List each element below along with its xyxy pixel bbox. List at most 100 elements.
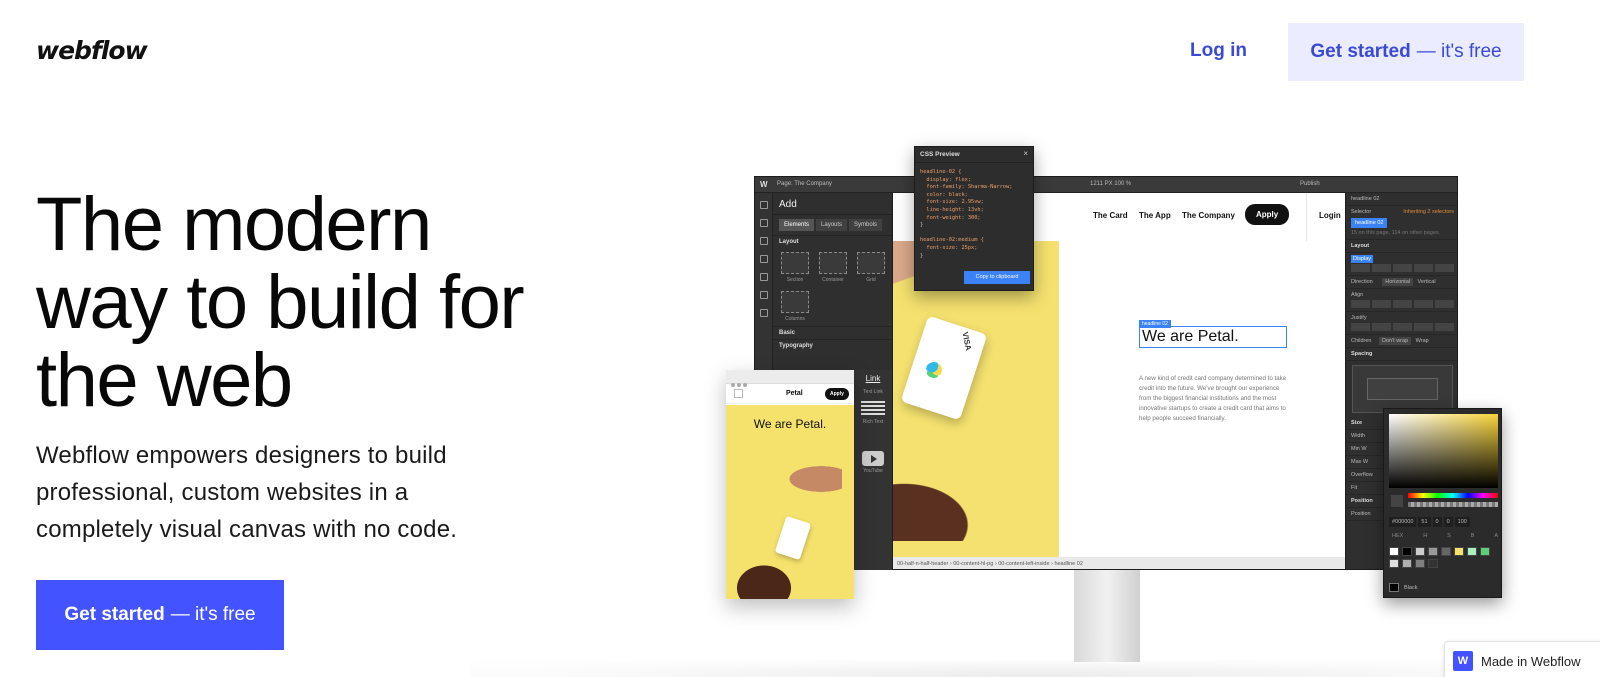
mobile-window-chrome xyxy=(726,370,854,387)
nav-the-card: The Card xyxy=(1093,211,1128,220)
container-element: Container xyxy=(819,252,847,283)
selector-chip: headline 02 xyxy=(1351,218,1388,228)
add-icon xyxy=(759,201,768,209)
rich-text-icon xyxy=(861,401,885,417)
publish-button: Publish xyxy=(1300,181,1320,187)
css-code-line: font-size: 25px; xyxy=(920,244,978,251)
selected-headline: We are Petal. xyxy=(1139,326,1287,348)
tab-symbols: Symbols xyxy=(849,219,883,231)
grid-element: Grid xyxy=(857,252,885,283)
login-link[interactable]: Log in xyxy=(1190,40,1247,62)
layout-items-row2: Columns xyxy=(773,287,892,326)
nav-the-company: The Company xyxy=(1182,211,1235,220)
canvas-size-readout: 1211 PX 100 % xyxy=(1090,181,1132,187)
basic-section-label: Basic xyxy=(773,326,892,339)
designer-topbar: W Page: The Company 1211 PX 100 % Publis… xyxy=(755,177,1457,193)
css-preview-title: CSS Preview xyxy=(915,147,1033,163)
monitor-stand-base xyxy=(470,660,1600,677)
direction-row: Direction Horizontal Vertical xyxy=(1346,276,1457,289)
hand-bottom xyxy=(893,461,1003,541)
site-nav: The Card The App The Company Apply Login xyxy=(1059,193,1345,241)
s-value: 0 xyxy=(1432,517,1442,527)
selector-row: Selector Inheriting 2 selectors headline… xyxy=(1346,206,1457,240)
youtube-element: YouTube xyxy=(863,468,883,474)
typography-section-label: Typography xyxy=(773,339,892,352)
color-swatch xyxy=(1467,547,1477,556)
webflow-badge-icon: W xyxy=(1453,651,1473,671)
close-icon: × xyxy=(1023,149,1028,158)
page-selector: Page: The Company xyxy=(777,181,832,187)
color-value-labels: HEX H S B A xyxy=(1392,533,1498,539)
hero-get-started-button[interactable]: Get started — it's free xyxy=(36,580,284,650)
css-code-line: headline-02 { xyxy=(920,169,962,175)
layout-heading: Layout xyxy=(1346,240,1457,253)
assets-icon xyxy=(759,291,768,299)
alpha-slider xyxy=(1408,502,1498,507)
color-swatch xyxy=(1389,559,1399,568)
add-panel-title: Add xyxy=(773,193,892,215)
site-paragraph: A new kind of credit card company determ… xyxy=(1139,375,1287,422)
webflow-w-icon: W xyxy=(760,180,768,189)
mobile-apply-button: Apply xyxy=(825,388,849,400)
site-login: Login xyxy=(1319,211,1341,220)
eyedropper-icon xyxy=(1391,495,1403,507)
box-model xyxy=(1352,365,1453,413)
css-code-line: font-size: 2.95vw; xyxy=(920,199,984,206)
justify-row: Justify xyxy=(1346,312,1457,335)
css-code-line: } xyxy=(920,252,924,259)
color-values: #000000 51 0 0 100 xyxy=(1389,517,1470,527)
color-swatch xyxy=(1441,547,1451,556)
header-get-started-button[interactable]: Get started — it's free xyxy=(1288,23,1524,81)
spacing-heading: Spacing xyxy=(1346,348,1457,361)
children-row: Children Don't wrap Wrap xyxy=(1346,335,1457,348)
color-swatch xyxy=(1415,547,1425,556)
color-swatches xyxy=(1389,547,1497,568)
color-swatch xyxy=(1402,559,1412,568)
badge-text: Made in Webflow xyxy=(1481,653,1581,669)
style-element-name: headline 02 xyxy=(1346,193,1457,206)
hero-title: The modern way to build for the web xyxy=(36,182,525,423)
tab-layouts: Layouts xyxy=(816,219,848,231)
mobile-hero: We are Petal. xyxy=(726,405,854,599)
color-swatch xyxy=(1402,547,1412,556)
mobile-preview: Petal Apply We are Petal. xyxy=(726,370,854,599)
color-swatch xyxy=(1389,547,1399,556)
css-code-line: headline-02:medium { xyxy=(920,237,984,244)
webflow-logo[interactable]: webflow xyxy=(36,36,148,65)
petal-logo-icon xyxy=(923,359,944,381)
css-code-line: font-family: Sharma-Narrow; xyxy=(920,184,1013,191)
css-code-line: display: flex; xyxy=(920,176,972,183)
align-row: Align xyxy=(1346,289,1457,312)
monitor-stand-neck xyxy=(1074,570,1140,662)
h-value: 51 xyxy=(1418,517,1431,527)
hero-cta-sublabel: — it's free xyxy=(170,604,256,625)
menu-icon xyxy=(734,389,743,398)
display-row: Display xyxy=(1346,253,1457,276)
color-swatch xyxy=(1415,559,1425,568)
css-code-line: color: black; xyxy=(920,191,968,198)
layout-section-label: Layout xyxy=(773,235,892,248)
text-link-element: Text Link xyxy=(863,389,883,395)
hue-slider xyxy=(1408,493,1498,498)
hero-cta-label: Get started xyxy=(64,604,165,625)
mobile-nav: Petal Apply xyxy=(726,384,854,404)
pages-icon xyxy=(759,237,768,245)
cms-icon xyxy=(759,255,768,263)
color-swatch xyxy=(1428,547,1438,556)
mobile-brand: Petal xyxy=(786,390,803,397)
mobile-headline: We are Petal. xyxy=(753,417,827,431)
saturation-area xyxy=(1389,414,1498,488)
nav-the-app: The App xyxy=(1139,211,1171,220)
settings-icon xyxy=(759,309,768,317)
layout-items: Section Container Grid xyxy=(773,248,892,287)
color-swatch xyxy=(1480,547,1490,556)
b-value: 0 xyxy=(1443,517,1453,527)
youtube-icon xyxy=(862,451,884,466)
header-cta-label: Get started xyxy=(1310,41,1411,62)
current-color-swatch xyxy=(1389,583,1399,592)
card-brand: VISA xyxy=(960,331,974,352)
add-panel-typography-items: Link Text Link Rich Text YouTube xyxy=(854,370,892,570)
nav-divider xyxy=(1306,193,1307,241)
add-panel-tabs: Elements Layouts Symbols xyxy=(773,215,892,235)
made-in-webflow-badge[interactable]: W Made in Webflow xyxy=(1444,641,1600,677)
